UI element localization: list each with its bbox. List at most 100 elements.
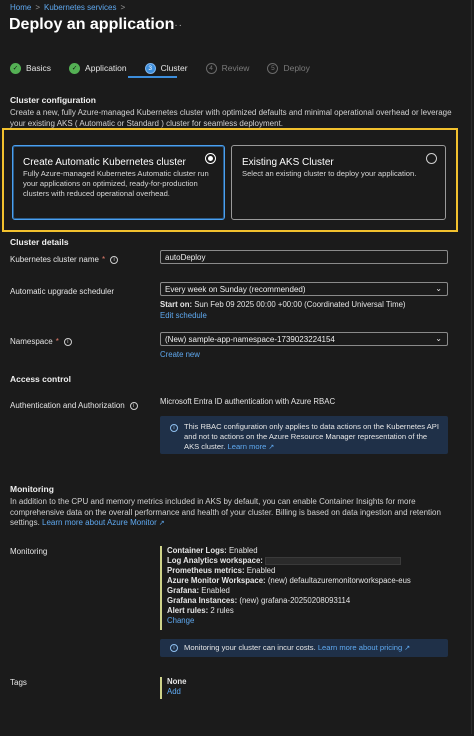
- monitoring-item-container-logs: Container Logs: Enabled: [167, 546, 411, 556]
- monitoring-item-value: 2 rules: [210, 606, 234, 615]
- start-on-text: Start on: Sun Feb 09 2025 00:00 +00:00 (…: [160, 300, 406, 309]
- page-title: Deploy an application: [9, 16, 175, 33]
- cluster-details-heading: Cluster details: [10, 237, 69, 247]
- chevron-down-icon: ⌄: [435, 284, 442, 293]
- monitoring-item-key: Prometheus metrics:: [167, 566, 245, 575]
- create-namespace-link[interactable]: Create new: [160, 350, 200, 359]
- auth-label: Authentication and Authorization i: [10, 401, 138, 410]
- step-label: Cluster: [160, 63, 188, 73]
- cluster-configuration-description: Create a new, fully Azure-managed Kubern…: [10, 108, 452, 128]
- monitoring-item-azure-monitor-workspace: Azure Monitor Workspace: (new) defaultaz…: [167, 576, 411, 586]
- option-create-automatic-cluster[interactable]: Create Automatic Kubernetes cluster Full…: [12, 145, 225, 220]
- pricing-learn-more-text: Learn more about pricing: [317, 643, 403, 652]
- azure-monitor-learn-more-link[interactable]: Learn more about Azure Monitor ↗: [42, 518, 165, 527]
- azure-monitor-learn-more-text: Learn more about Azure Monitor: [42, 518, 157, 527]
- auth-label-text: Authentication and Authorization: [10, 401, 125, 410]
- monitoring-item-log-analytics: Log Analytics workspace:: [167, 556, 411, 566]
- step-cluster[interactable]: 3 Cluster: [144, 62, 188, 74]
- step-number: 3: [144, 62, 156, 74]
- monitoring-item-value: Enabled: [246, 566, 276, 575]
- breadcrumb-home[interactable]: Home: [10, 3, 31, 12]
- active-step-indicator: [128, 76, 177, 78]
- rbac-learn-more-text: Learn more: [227, 442, 267, 451]
- check-icon: ✓: [69, 62, 81, 74]
- cluster-name-label-text: Kubernetes cluster name: [10, 255, 99, 264]
- monitoring-cost-info-box: i Monitoring your cluster can incur cost…: [160, 639, 448, 657]
- check-icon: ✓: [10, 62, 21, 74]
- step-number: 4: [205, 62, 217, 74]
- breadcrumb-separator-icon: >: [120, 3, 126, 12]
- info-icon[interactable]: i: [63, 337, 72, 346]
- namespace-label: Namespace * i: [10, 337, 72, 346]
- monitoring-item-value: (new) grafana-20250208093114: [239, 596, 351, 605]
- step-label: Application: [85, 63, 127, 73]
- monitoring-item-key: Container Logs:: [167, 546, 227, 555]
- breadcrumb-separator-icon: >: [35, 3, 41, 12]
- external-link-icon: ↗: [404, 645, 411, 652]
- step-review[interactable]: 4 Review: [205, 62, 250, 74]
- external-link-icon: ↗: [268, 444, 275, 451]
- tags-summary: None Add: [160, 677, 187, 699]
- cluster-name-input[interactable]: [160, 250, 448, 264]
- tags-value: None: [167, 677, 187, 686]
- monitoring-item-grafana-instances: Grafana Instances: (new) grafana-2025020…: [167, 596, 411, 606]
- required-mark: *: [101, 255, 106, 264]
- add-tag-link[interactable]: Add: [167, 687, 181, 696]
- monitoring-item-value: Enabled: [201, 586, 230, 595]
- cluster-configuration-heading: Cluster configuration: [10, 95, 96, 105]
- monitoring-item-alert-rules: Alert rules: 2 rules: [167, 606, 411, 616]
- monitoring-item-key: Grafana Instances:: [167, 596, 238, 605]
- required-mark: *: [55, 337, 59, 346]
- monitoring-item-key: Azure Monitor Workspace:: [167, 576, 266, 585]
- monitoring-heading: Monitoring: [10, 484, 54, 494]
- step-application[interactable]: ✓ Application: [69, 62, 127, 74]
- radio-unselected-icon[interactable]: [426, 153, 437, 164]
- info-icon: i: [170, 424, 178, 432]
- namespace-label-text: Namespace: [10, 337, 53, 346]
- info-icon: i: [170, 644, 178, 652]
- monitoring-item-grafana: Grafana: Enabled: [167, 586, 411, 596]
- option-description: Select an existing cluster to deploy you…: [242, 169, 417, 178]
- rbac-info-message: This RBAC configuration only applies to …: [184, 422, 439, 451]
- start-on-value: Sun Feb 09 2025 00:00 +00:00 (Coordinate…: [194, 300, 406, 309]
- page-frame: Home > Kubernetes services > Deploy an a…: [2, 0, 472, 734]
- option-existing-aks-cluster[interactable]: Existing AKS Cluster Select an existing …: [231, 145, 446, 220]
- rbac-info-box: i This RBAC configuration only applies t…: [160, 416, 448, 454]
- tags-label: Tags: [10, 678, 27, 687]
- step-label: Basics: [26, 63, 52, 73]
- option-title: Create Automatic Kubernetes cluster: [23, 157, 186, 168]
- monitoring-item-key: Grafana:: [167, 586, 200, 595]
- info-icon[interactable]: i: [129, 401, 138, 410]
- monitoring-item-key: Alert rules:: [167, 606, 209, 615]
- monitoring-description: In addition to the CPU and memory metric…: [10, 497, 468, 530]
- step-number: 5: [267, 62, 279, 74]
- upgrade-scheduler-select[interactable]: Every week on Sunday (recommended) ⌄: [160, 282, 448, 296]
- breadcrumb: Home > Kubernetes services >: [10, 3, 125, 12]
- step-label: Review: [221, 63, 250, 73]
- upgrade-scheduler-value: Every week on Sunday (recommended): [165, 285, 306, 294]
- wizard-steps: ✓ Basics ✓ Application 3 Cluster 4 Revie…: [10, 61, 328, 75]
- namespace-select[interactable]: (New) sample-app-namespace-1739023224154…: [160, 332, 448, 346]
- option-description: Fully Azure-managed Kubernetes Automatic…: [23, 169, 209, 198]
- monitoring-item-prometheus: Prometheus metrics: Enabled: [167, 566, 411, 576]
- info-icon[interactable]: i: [110, 255, 119, 264]
- start-on-label: Start on:: [160, 300, 193, 309]
- step-basics[interactable]: ✓ Basics: [10, 62, 52, 74]
- step-deploy[interactable]: 5 Deploy: [267, 62, 310, 74]
- rbac-info-text: This RBAC configuration only applies to …: [184, 422, 440, 453]
- edit-schedule-link[interactable]: Edit schedule: [160, 311, 207, 320]
- pricing-learn-more-link[interactable]: Learn more about pricing ↗: [318, 643, 410, 652]
- access-control-heading: Access control: [10, 374, 71, 384]
- more-options-icon[interactable]: ···: [170, 20, 183, 31]
- breadcrumb-kubernetes-services[interactable]: Kubernetes services: [44, 3, 116, 12]
- monitoring-cost-text: Monitoring your cluster can incur costs.…: [184, 643, 440, 654]
- monitoring-item-key: Log Analytics workspace:: [167, 556, 263, 565]
- monitoring-cost-message: Monitoring your cluster can incur costs.: [184, 643, 316, 652]
- monitoring-label: Monitoring: [10, 547, 48, 556]
- monitoring-item-value: Enabled: [228, 546, 258, 555]
- radio-selected-icon[interactable]: [205, 153, 216, 164]
- namespace-value: (New) sample-app-namespace-1739023224154: [165, 335, 335, 344]
- option-title: Existing AKS Cluster: [242, 157, 334, 168]
- rbac-learn-more-link[interactable]: Learn more ↗: [228, 442, 275, 451]
- monitoring-change-link[interactable]: Change: [167, 616, 194, 625]
